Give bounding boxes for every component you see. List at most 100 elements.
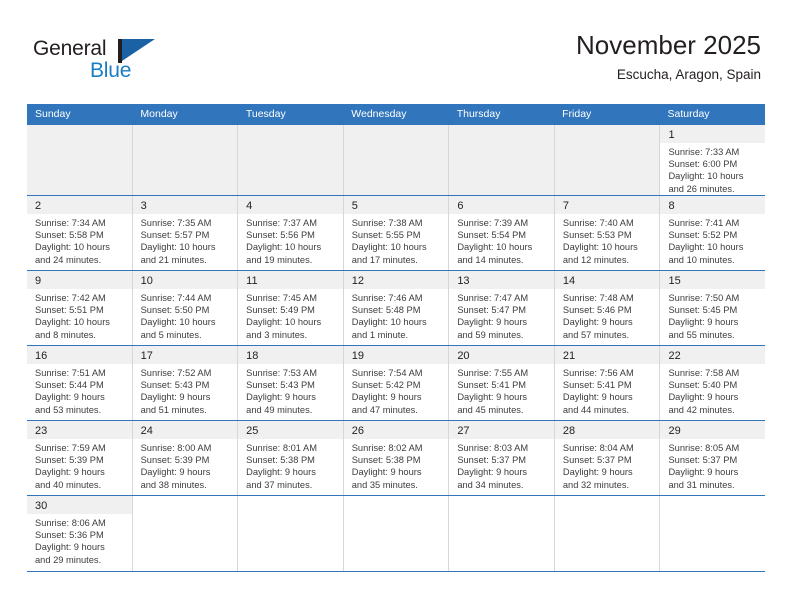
weekday-header-friday: Friday	[562, 108, 592, 120]
sunrise-text: Sunrise: 7:37 AM	[246, 218, 317, 228]
sunset-text: Sunset: 5:52 PM	[668, 230, 738, 241]
title-block: November 2025 Escucha, Aragon, Spain	[576, 28, 761, 86]
day-cell[interactable]: 28 Sunrise: 8:04 AM Sunset: 5:37 PM Dayl…	[554, 421, 661, 495]
day-cell[interactable]: 5 Sunrise: 7:38 AM Sunset: 5:55 PM Dayli…	[343, 196, 450, 270]
day-cell[interactable]: 12 Sunrise: 7:46 AM Sunset: 5:48 PM Dayl…	[343, 271, 450, 345]
day-info: Sunrise: 8:00 AM Sunset: 5:39 PM Dayligh…	[133, 439, 238, 491]
sunset-text: Sunset: 5:41 PM	[457, 380, 527, 391]
calendar-page: General Blue November 2025 Escucha, Arag…	[0, 0, 792, 612]
day-cell[interactable]: 23 Sunrise: 7:59 AM Sunset: 5:39 PM Dayl…	[27, 421, 133, 495]
daylight-text-line1: Daylight: 10 hours	[351, 317, 427, 328]
day-cell[interactable]: 7 Sunrise: 7:40 AM Sunset: 5:53 PM Dayli…	[554, 196, 661, 270]
day-cell[interactable]: 15 Sunrise: 7:50 AM Sunset: 5:45 PM Dayl…	[660, 271, 766, 345]
sunset-text: Sunset: 5:37 PM	[562, 455, 632, 466]
sunrise-text: Sunrise: 7:41 AM	[668, 218, 740, 228]
sunset-text: Sunset: 5:45 PM	[668, 305, 738, 316]
sunset-text: Sunset: 5:40 PM	[668, 380, 738, 391]
sunrise-text: Sunrise: 7:55 AM	[457, 368, 529, 378]
sunset-text: Sunset: 5:42 PM	[351, 380, 421, 391]
day-number-bar: 19	[343, 346, 449, 364]
day-cell[interactable]: 22 Sunrise: 7:58 AM Sunset: 5:40 PM Dayl…	[660, 346, 766, 420]
day-info: Sunrise: 7:50 AM Sunset: 5:45 PM Dayligh…	[660, 289, 765, 341]
day-cell[interactable]: 21 Sunrise: 7:56 AM Sunset: 5:41 PM Dayl…	[554, 346, 661, 420]
daylight-text-line1: Daylight: 9 hours	[140, 392, 211, 403]
daylight-text-line1: Daylight: 9 hours	[668, 467, 739, 478]
day-cell[interactable]: 25 Sunrise: 8:01 AM Sunset: 5:38 PM Dayl…	[238, 421, 344, 495]
day-number: 2	[35, 200, 42, 212]
daylight-text-line2: and 57 minutes.	[562, 329, 630, 340]
day-cell[interactable]: 6 Sunrise: 7:39 AM Sunset: 5:54 PM Dayli…	[449, 196, 555, 270]
day-number: 5	[351, 200, 358, 212]
day-number: 3	[140, 200, 147, 212]
day-cell[interactable]: 1 Sunrise: 7:33 AM Sunset: 6:00 PM Dayli…	[660, 125, 766, 195]
week-row: 23 Sunrise: 7:59 AM Sunset: 5:39 PM Dayl…	[27, 421, 766, 496]
sunrise-text: Sunrise: 7:44 AM	[140, 293, 212, 303]
day-cell-blank	[660, 496, 766, 571]
day-number-bar: 8	[660, 196, 766, 214]
day-cell[interactable]: 30 Sunrise: 8:06 AM Sunset: 5:36 PM Dayl…	[27, 496, 133, 571]
day-cell[interactable]: 26 Sunrise: 8:02 AM Sunset: 5:38 PM Dayl…	[343, 421, 450, 495]
general-blue-logo[interactable]: General Blue	[33, 36, 163, 92]
daylight-text-line2: and 40 minutes.	[35, 479, 102, 490]
day-cell-blank	[554, 496, 661, 571]
day-cell[interactable]: 20 Sunrise: 7:55 AM Sunset: 5:41 PM Dayl…	[449, 346, 555, 420]
sunset-text: Sunset: 5:54 PM	[457, 230, 527, 241]
day-cell[interactable]: 14 Sunrise: 7:48 AM Sunset: 5:46 PM Dayl…	[554, 271, 661, 345]
day-cell[interactable]: 24 Sunrise: 8:00 AM Sunset: 5:39 PM Dayl…	[132, 421, 239, 495]
weekday-header-tuesday: Tuesday	[245, 108, 286, 120]
day-info: Sunrise: 7:33 AM Sunset: 6:00 PM Dayligh…	[660, 143, 765, 195]
daylight-text-line1: Daylight: 10 hours	[140, 242, 216, 253]
day-cell[interactable]: 18 Sunrise: 7:53 AM Sunset: 5:43 PM Dayl…	[238, 346, 344, 420]
daylight-text-line1: Daylight: 10 hours	[35, 317, 110, 328]
sunset-text: Sunset: 5:43 PM	[140, 380, 210, 391]
day-cell[interactable]: 13 Sunrise: 7:47 AM Sunset: 5:47 PM Dayl…	[449, 271, 555, 345]
day-number-bar: 21	[554, 346, 660, 364]
sunrise-text: Sunrise: 7:45 AM	[246, 293, 317, 303]
day-cell-blank	[449, 496, 555, 571]
day-info: Sunrise: 8:01 AM Sunset: 5:38 PM Dayligh…	[238, 439, 343, 491]
day-cell[interactable]: 27 Sunrise: 8:03 AM Sunset: 5:37 PM Dayl…	[449, 421, 555, 495]
day-cell[interactable]: 17 Sunrise: 7:52 AM Sunset: 5:43 PM Dayl…	[132, 346, 239, 420]
day-number: 26	[351, 425, 364, 437]
day-info: Sunrise: 8:03 AM Sunset: 5:37 PM Dayligh…	[449, 439, 554, 491]
day-cell[interactable]: 8 Sunrise: 7:41 AM Sunset: 5:52 PM Dayli…	[660, 196, 766, 270]
day-cell[interactable]: 10 Sunrise: 7:44 AM Sunset: 5:50 PM Dayl…	[132, 271, 239, 345]
daylight-text-line2: and 8 minutes.	[35, 329, 96, 340]
day-cell[interactable]: 29 Sunrise: 8:05 AM Sunset: 5:37 PM Dayl…	[660, 421, 766, 495]
day-number-bar: 1	[660, 125, 766, 143]
day-info: Sunrise: 7:41 AM Sunset: 5:52 PM Dayligh…	[660, 214, 765, 266]
day-cell[interactable]: 16 Sunrise: 7:51 AM Sunset: 5:44 PM Dayl…	[27, 346, 133, 420]
sunrise-text: Sunrise: 8:02 AM	[351, 443, 423, 453]
day-cell[interactable]: 19 Sunrise: 7:54 AM Sunset: 5:42 PM Dayl…	[343, 346, 450, 420]
daylight-text-line2: and 19 minutes.	[246, 254, 313, 265]
day-cell-empty	[343, 125, 450, 195]
sunrise-text: Sunrise: 7:35 AM	[140, 218, 212, 228]
weekday-header-thursday: Thursday	[456, 108, 501, 120]
day-number-bar: 13	[449, 271, 554, 289]
daylight-text-line2: and 29 minutes.	[35, 554, 102, 565]
daylight-text-line2: and 42 minutes.	[668, 404, 735, 415]
day-cell[interactable]: 3 Sunrise: 7:35 AM Sunset: 5:57 PM Dayli…	[132, 196, 239, 270]
day-cell[interactable]: 11 Sunrise: 7:45 AM Sunset: 5:49 PM Dayl…	[238, 271, 344, 345]
day-cell[interactable]: 2 Sunrise: 7:34 AM Sunset: 5:58 PM Dayli…	[27, 196, 133, 270]
daylight-text-line2: and 21 minutes.	[140, 254, 207, 265]
day-number: 22	[668, 350, 681, 362]
weekday-header-wednesday: Wednesday	[351, 108, 407, 120]
day-cell-empty	[554, 125, 661, 195]
day-number: 24	[140, 425, 153, 437]
sunrise-text: Sunrise: 7:46 AM	[351, 293, 423, 303]
day-cell-empty	[449, 125, 555, 195]
day-cell[interactable]: 4 Sunrise: 7:37 AM Sunset: 5:56 PM Dayli…	[238, 196, 344, 270]
sunset-text: Sunset: 5:55 PM	[351, 230, 421, 241]
day-info: Sunrise: 7:56 AM Sunset: 5:41 PM Dayligh…	[555, 364, 660, 416]
day-number-bar: 20	[449, 346, 554, 364]
page-title: November 2025	[576, 30, 761, 60]
logo-text-blue: Blue	[90, 59, 132, 82]
day-number: 20	[457, 350, 470, 362]
day-number-bar: 7	[554, 196, 660, 214]
day-info: Sunrise: 7:34 AM Sunset: 5:58 PM Dayligh…	[27, 214, 132, 266]
daylight-text-line2: and 24 minutes.	[35, 254, 102, 265]
day-number-bar: 28	[554, 421, 660, 439]
day-cell[interactable]: 9 Sunrise: 7:42 AM Sunset: 5:51 PM Dayli…	[27, 271, 133, 345]
day-info: Sunrise: 8:02 AM Sunset: 5:38 PM Dayligh…	[344, 439, 449, 491]
